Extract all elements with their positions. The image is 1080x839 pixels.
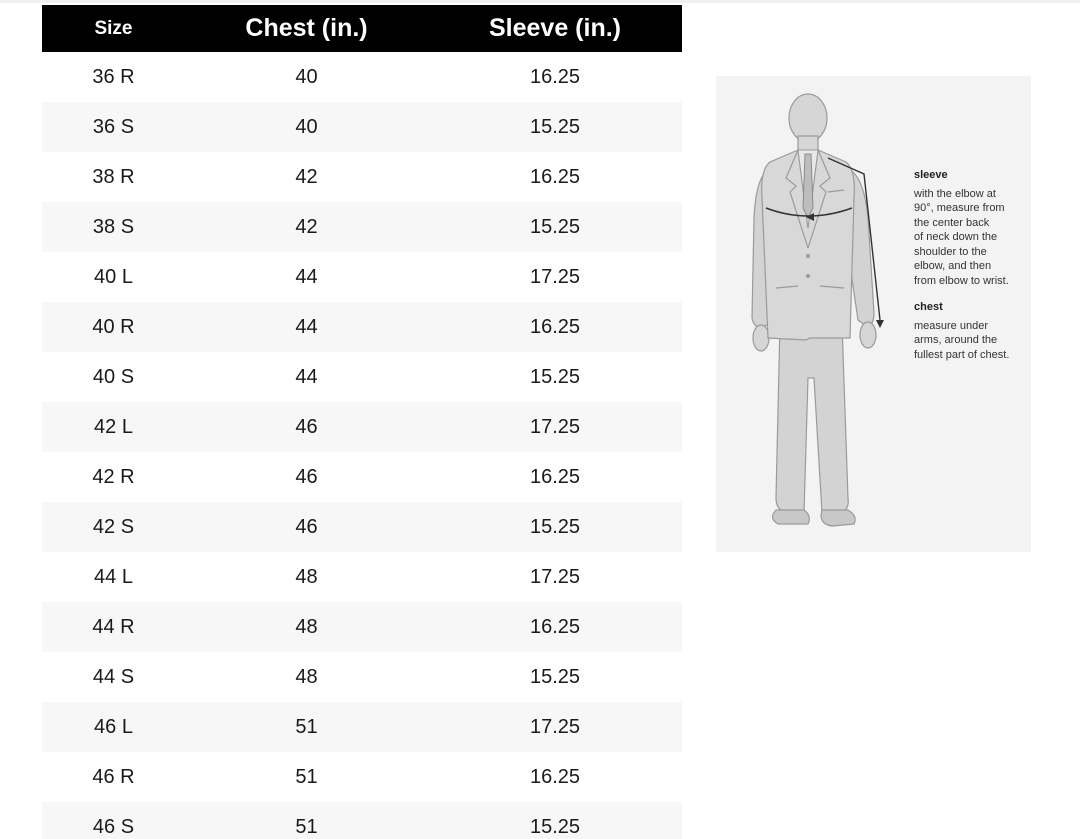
table-row: 40 L 44 17.25 (42, 252, 682, 302)
table-row: 38 R 42 16.25 (42, 152, 682, 202)
chest-cell: 51 (295, 765, 318, 788)
header-size: Size (42, 5, 185, 52)
chest-instructions: chest measure under arms, around the ful… (914, 300, 1026, 362)
sleeve-cell: 16.25 (428, 302, 682, 352)
chest-line: measure under (914, 319, 988, 332)
size-cell: 46 R (92, 765, 135, 788)
size-cell: 46 S (42, 802, 185, 839)
chest-cell: 48 (295, 565, 318, 588)
sleeve-cell: 17.25 (428, 402, 682, 452)
sleeve-cell: 15.25 (529, 665, 581, 688)
chest-cell: 40 (295, 65, 318, 88)
size-cell: 44 R (42, 602, 185, 652)
chest-heading: chest (914, 301, 943, 313)
sleeve-cell: 15.25 (529, 365, 581, 388)
size-cell: 36 R (92, 65, 135, 88)
chest-cell: 48 (295, 665, 318, 688)
table-row: 36 S 40 15.25 (42, 102, 682, 152)
sleeve-cell: 15.25 (428, 802, 682, 839)
sleeve-instructions: sleeve with the elbow at 90°, measure fr… (914, 168, 1026, 288)
chest-cell: 51 (185, 802, 428, 839)
chest-cell: 46 (185, 402, 428, 452)
table-row: 44 L 48 17.25 (42, 552, 682, 602)
table-row: 42 R 46 16.25 (42, 452, 682, 502)
chest-cell: 42 (185, 202, 428, 252)
sleeve-cell: 15.25 (428, 502, 682, 552)
sleeve-line: elbow, and then (914, 260, 992, 272)
size-cell: 40 L (94, 265, 133, 288)
sleeve-line: shoulder to the (914, 245, 987, 258)
sleeve-cell: 16.25 (529, 465, 581, 488)
table-row: 44 R 48 16.25 (42, 602, 682, 652)
sleeve-line: from elbow to wrist. (914, 274, 1009, 287)
chest-cell: 40 (185, 102, 428, 152)
header-sleeve: Sleeve (in.) (428, 5, 682, 52)
size-table: Size Chest (in.) Sleeve (in.) 36 R 40 16.2… (42, 5, 682, 839)
chest-cell: 44 (295, 365, 318, 388)
size-chart-page: Size Chest (in.) Sleeve (in.) 36 R 40 16.2… (0, 0, 1080, 839)
header-chest: Chest (in.) (185, 5, 428, 52)
size-cell: 40 S (92, 365, 135, 388)
sleeve-cell: 15.25 (428, 202, 682, 252)
table-row: 44 S 48 15.25 (42, 652, 682, 702)
table-row: 40 S 44 15.25 (42, 352, 682, 402)
table-row: 42 L 46 17.25 (42, 402, 682, 452)
sleeve-heading: sleeve (914, 169, 948, 181)
chest-cell: 51 (185, 702, 428, 752)
size-cell: 42 L (42, 402, 185, 452)
sleeve-line: with the elbow at (914, 187, 996, 200)
table-row: 38 S 42 15.25 (42, 202, 682, 252)
sleeve-line: 90°, measure from (914, 202, 1005, 214)
size-cell: 36 S (42, 102, 185, 152)
sleeve-cell: 17.25 (529, 565, 581, 588)
size-cell: 38 R (92, 165, 135, 188)
table-row: 42 S 46 15.25 (42, 502, 682, 552)
sleeve-cell: 17.25 (428, 702, 682, 752)
sleeve-cell: 16.25 (529, 165, 581, 188)
table-row: 36 R 40 16.25 (42, 52, 682, 102)
size-cell: 42 R (92, 465, 135, 488)
size-cell: 44 S (92, 665, 135, 688)
table-row: 46 R 51 16.25 (42, 752, 682, 802)
size-cell: 40 R (42, 302, 185, 352)
sleeve-cell: 15.25 (428, 102, 682, 152)
chest-cell: 46 (185, 502, 428, 552)
table-row: 40 R 44 16.25 (42, 302, 682, 352)
top-divider (0, 0, 1080, 3)
sleeve-cell: 16.25 (428, 602, 682, 652)
size-cell: 46 L (42, 702, 185, 752)
chest-cell: 46 (295, 465, 318, 488)
sleeve-cell: 16.25 (529, 65, 581, 88)
table-header-row: Size Chest (in.) Sleeve (in.) (42, 5, 682, 52)
chest-cell: 44 (185, 302, 428, 352)
chest-cell: 48 (185, 602, 428, 652)
sleeve-cell: 17.25 (529, 265, 581, 288)
size-cell: 38 S (42, 202, 185, 252)
size-cell: 42 S (42, 502, 185, 552)
suited-man-figure-icon (751, 93, 884, 527)
sleeve-line: of neck down the (914, 231, 998, 243)
table-row: 46 S 51 15.25 (42, 802, 682, 839)
table-body: 36 R 40 16.25 36 S 40 15.25 38 R 42 16.25 38 S 42 1… (42, 52, 682, 839)
size-cell: 44 L (94, 565, 133, 588)
measurement-guide-panel: sleeve with the elbow at 90°, measure fr… (716, 76, 1031, 552)
chest-line: fullest part of chest. (914, 348, 1010, 361)
sleeve-line: the center back (914, 216, 990, 229)
chest-line: arms, around the (914, 334, 998, 346)
sleeve-cell: 16.25 (529, 765, 581, 788)
chest-cell: 42 (295, 165, 318, 188)
table-row: 46 L 51 17.25 (42, 702, 682, 752)
chest-cell: 44 (295, 265, 318, 288)
